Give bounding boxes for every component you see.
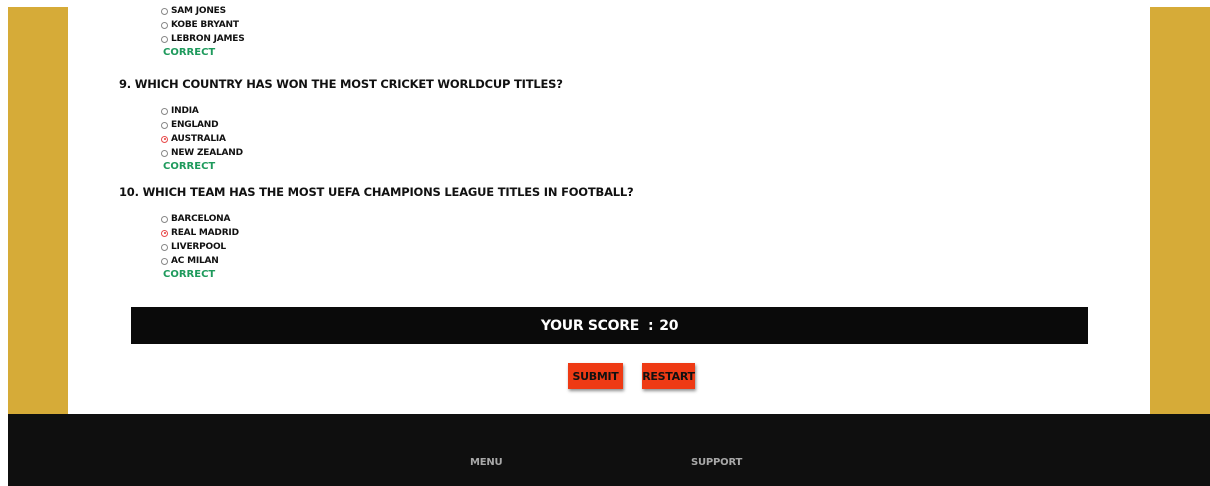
submit-button[interactable]: SUBMIT <box>568 363 623 389</box>
question-block-8: SAM JONES KOBE BRYANT LEBRON JAMES CORRE… <box>117 4 1077 60</box>
result-label: CORRECT <box>163 161 216 172</box>
restart-button[interactable]: RESTART <box>642 363 695 389</box>
footer: MENU SUPPORT <box>8 414 1210 486</box>
option-label: ENGLAND <box>171 120 219 130</box>
radio-button[interactable] <box>161 257 168 265</box>
footer-support-link[interactable]: SUPPORT <box>691 457 742 468</box>
question-title: 9. WHICH COUNTRY HAS WON THE MOST CRICKE… <box>119 77 563 91</box>
option-barcelona[interactable]: BARCELONA <box>117 212 1077 226</box>
option-kobe-bryant[interactable]: KOBE BRYANT <box>117 18 1077 32</box>
question-title: 10. WHICH TEAM HAS THE MOST UEFA CHAMPIO… <box>119 185 634 199</box>
option-new-zealand[interactable]: NEW ZEALAND <box>117 146 1077 160</box>
radio-button[interactable] <box>161 215 168 223</box>
score-bar: YOUR SCORE : 20 <box>131 307 1088 344</box>
option-label: LIVERPOOL <box>171 242 226 252</box>
result-label: CORRECT <box>163 47 216 58</box>
radio-button[interactable] <box>161 243 168 251</box>
option-sam-jones[interactable]: SAM JONES <box>117 4 1077 18</box>
score-value: 20 <box>659 317 679 334</box>
option-label: NEW ZEALAND <box>171 148 243 158</box>
quiz-content: SAM JONES KOBE BRYANT LEBRON JAMES CORRE… <box>117 4 1077 282</box>
option-label: LEBRON JAMES <box>171 34 245 44</box>
option-label: REAL MADRID <box>171 228 239 238</box>
option-ac-milan[interactable]: AC MILAN <box>117 254 1077 268</box>
option-label: AUSTRALIA <box>171 134 226 144</box>
radio-button[interactable] <box>161 21 168 29</box>
question-block-9: 9. WHICH COUNTRY HAS WON THE MOST CRICKE… <box>117 74 1077 174</box>
question-block-10: 10. WHICH TEAM HAS THE MOST UEFA CHAMPIO… <box>117 182 1077 282</box>
result-label: CORRECT <box>163 269 216 280</box>
option-label: KOBE BRYANT <box>171 20 239 30</box>
radio-button[interactable] <box>161 121 168 129</box>
option-label: SAM JONES <box>171 6 226 16</box>
radio-button[interactable] <box>161 35 168 43</box>
option-real-madrid[interactable]: REAL MADRID <box>117 226 1077 240</box>
radio-button[interactable] <box>161 149 168 157</box>
radio-button-selected[interactable] <box>161 135 168 143</box>
option-label: AC MILAN <box>171 256 219 266</box>
option-lebron-james[interactable]: LEBRON JAMES <box>117 32 1077 46</box>
option-liverpool[interactable]: LIVERPOOL <box>117 240 1077 254</box>
score-separator: : <box>647 317 654 334</box>
radio-button[interactable] <box>161 7 168 15</box>
option-label: BARCELONA <box>171 214 231 224</box>
radio-button-selected[interactable] <box>161 229 168 237</box>
option-australia[interactable]: AUSTRALIA <box>117 132 1077 146</box>
score-label: YOUR SCORE <box>540 317 639 334</box>
option-label: INDIA <box>171 106 199 116</box>
option-india[interactable]: INDIA <box>117 104 1077 118</box>
radio-button[interactable] <box>161 107 168 115</box>
option-england[interactable]: ENGLAND <box>117 118 1077 132</box>
footer-menu-link[interactable]: MENU <box>470 457 503 468</box>
